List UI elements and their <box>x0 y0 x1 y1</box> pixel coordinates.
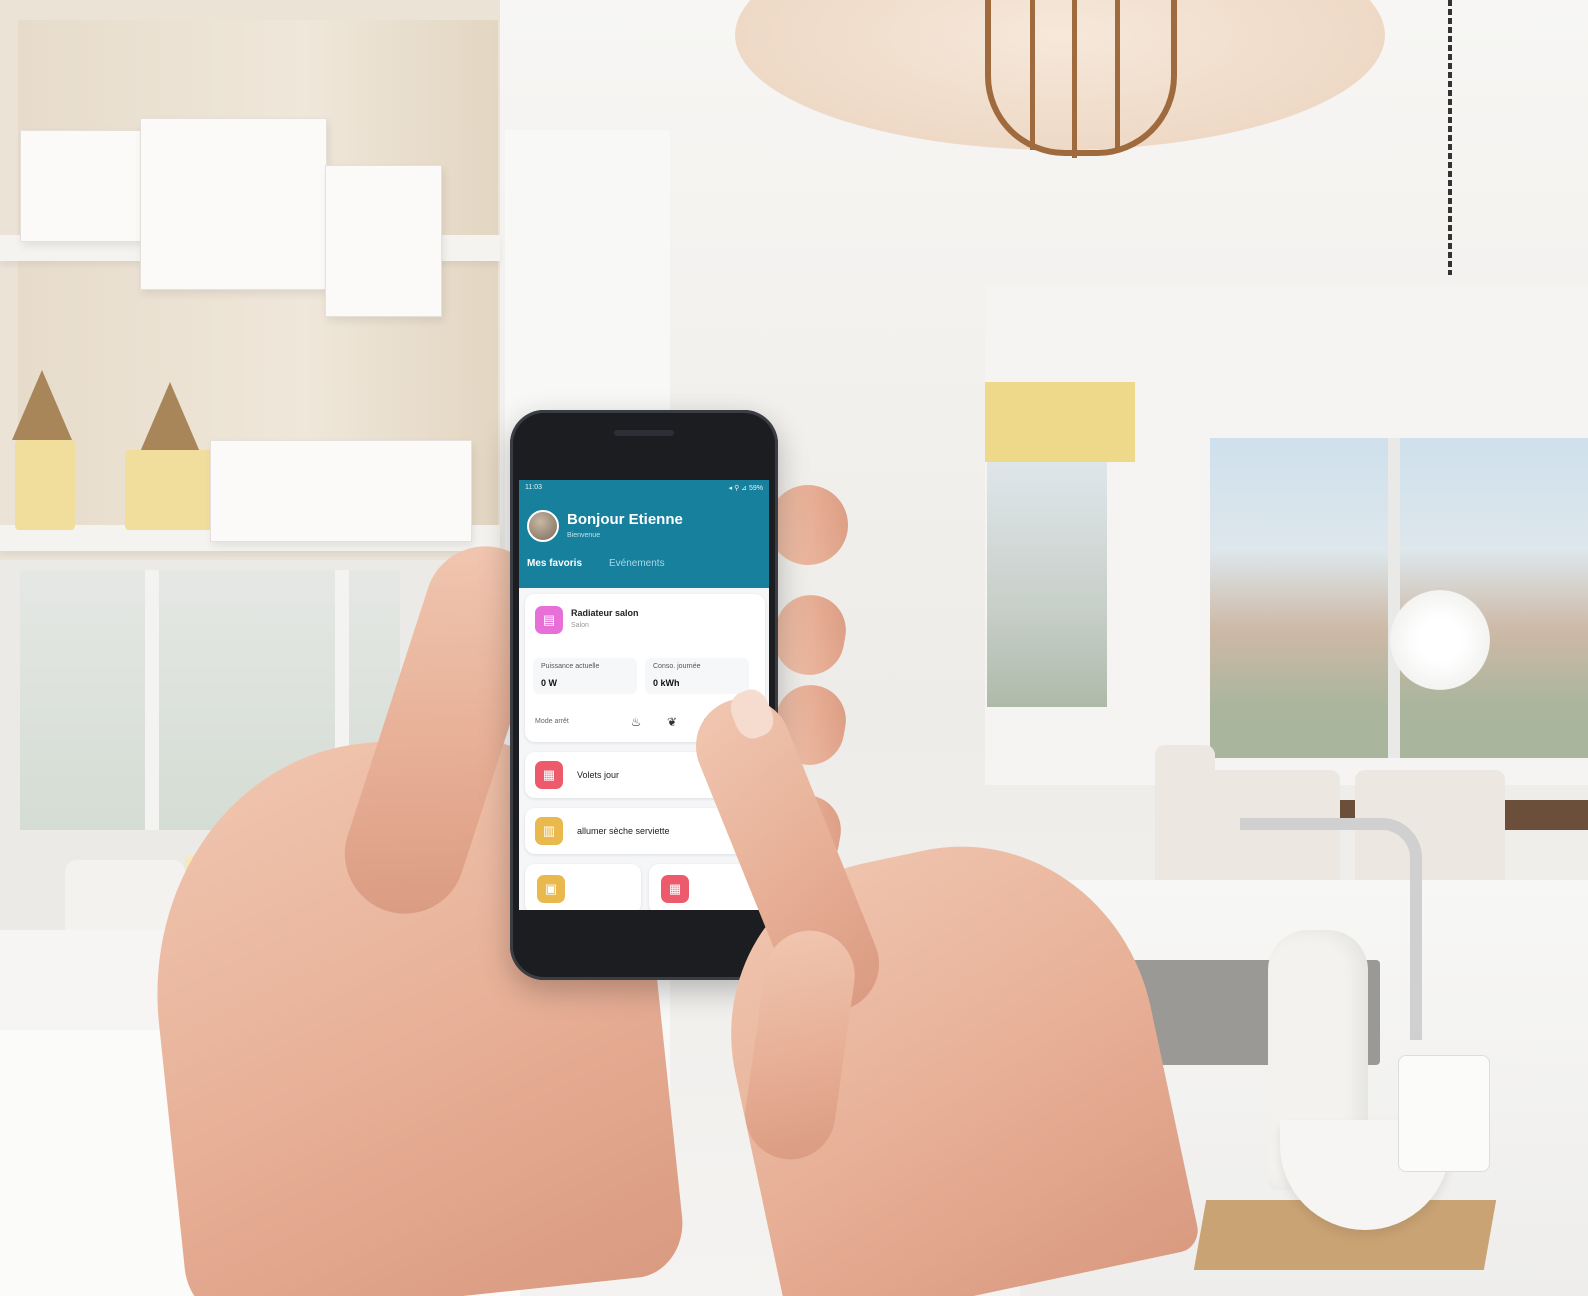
app-header: 11:03 ◂ ⚲ ⊿ 59% Bonjour Etienne Bienvenu… <box>519 480 769 588</box>
patterned-cup <box>1398 1055 1490 1172</box>
leaf-icon[interactable]: ❦ <box>661 711 683 733</box>
flame-icon[interactable]: ♨ <box>625 711 647 733</box>
greeting-title: Bonjour Etienne <box>567 511 683 528</box>
device-title: Radiateur salon <box>571 608 639 618</box>
power-value: 0 W <box>541 678 558 688</box>
lamp-cage-bar <box>1115 0 1120 150</box>
side-window <box>987 462 1107 707</box>
scene-label: allumer sèche serviette <box>577 826 670 836</box>
door-frame <box>1388 438 1400 758</box>
avatar[interactable] <box>527 510 559 542</box>
tab-evenements[interactable]: Evénements <box>609 558 665 569</box>
status-indicators: ◂ ⚲ ⊿ 59% <box>728 485 763 492</box>
cage-pendant-lamp <box>985 0 1177 156</box>
wicker-basket <box>210 440 472 542</box>
towel-dryer-icon: ▥ <box>535 817 563 845</box>
phone-speaker <box>614 430 674 436</box>
calendar-icon: ▣ <box>537 875 565 903</box>
status-bar: 11:03 ◂ ⚲ ⊿ 59% <box>525 484 763 496</box>
lamp-cage-bar <box>1030 0 1035 150</box>
consumption-value: 0 kWh <box>653 678 680 688</box>
plant-pot <box>125 450 215 530</box>
consumption-label: Conso. journée <box>653 663 701 670</box>
status-time: 11:03 <box>525 484 542 491</box>
power-label: Puissance actuelle <box>541 663 600 670</box>
favorite-tile[interactable]: ▣ <box>525 864 641 910</box>
dining-chair <box>1155 745 1215 895</box>
patterned-valance <box>985 382 1135 462</box>
shutter-icon: ▦ <box>535 761 563 789</box>
plant-pot <box>15 440 75 530</box>
radiator-icon: ▤ <box>535 606 563 634</box>
lamp-cage-bar <box>1072 0 1077 158</box>
tab-favoris[interactable]: Mes favoris <box>527 558 582 569</box>
mode-label: Mode arrêt <box>535 718 569 725</box>
power-stat: Puissance actuelle 0 W <box>533 658 637 694</box>
succulent-plant <box>12 370 72 440</box>
pendant-chain <box>1448 0 1452 275</box>
window-mullion <box>145 570 159 830</box>
greeting-subtitle: Bienvenue <box>567 532 601 539</box>
succulent-plant <box>140 382 200 452</box>
orchid-plant <box>1390 590 1490 690</box>
shutter-icon: ▦ <box>661 875 689 903</box>
storage-box <box>325 165 442 317</box>
kitchen-background-photo: 11:03 ◂ ⚲ ⊿ 59% Bonjour Etienne Bienvenu… <box>0 0 1588 1296</box>
consumption-stat: Conso. journée 0 kWh <box>645 658 749 694</box>
left-finger <box>768 589 852 681</box>
device-room: Salon <box>571 622 589 629</box>
scene-label: Volets jour <box>577 770 620 780</box>
storage-box <box>140 118 327 290</box>
